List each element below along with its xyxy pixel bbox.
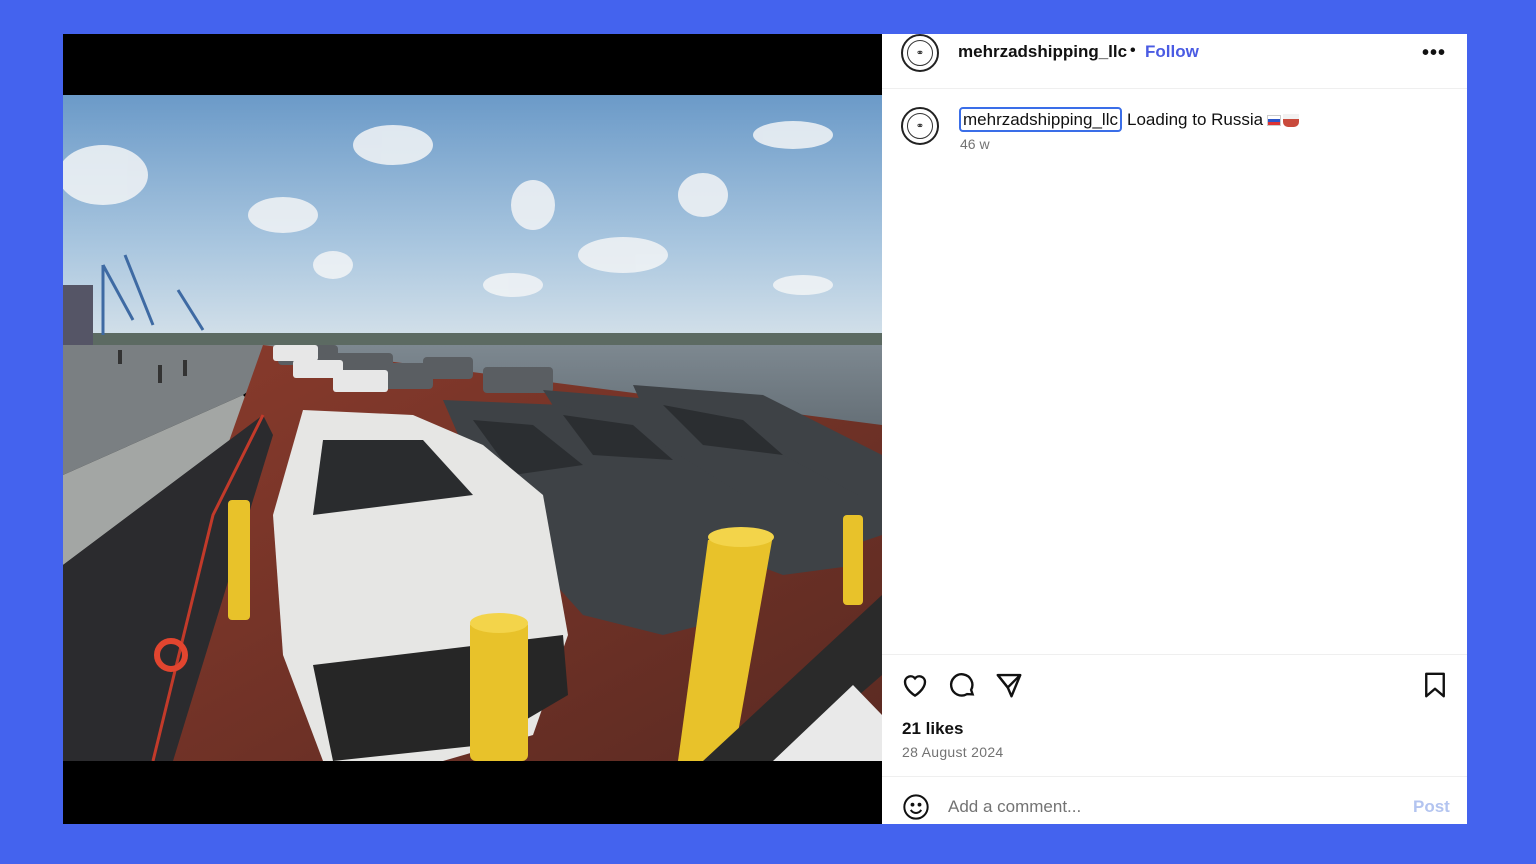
caption-text-value: Loading to Russia [1127, 110, 1264, 129]
avatar[interactable]: ⚭ [901, 34, 939, 72]
caption-text: Loading to Russia [1127, 110, 1300, 129]
russia-flag-icon [1267, 115, 1282, 126]
bookmark-icon[interactable] [1420, 670, 1450, 700]
more-options-icon[interactable]: ••• [1422, 42, 1446, 65]
caption-username-link[interactable]: mehrzadshipping_llc [959, 107, 1122, 132]
speech-bubble-icon[interactable] [947, 670, 977, 700]
post-media [63, 34, 882, 824]
logo-icon: ⚭ [907, 113, 933, 139]
logo-icon: ⚭ [907, 40, 933, 66]
post-date: 28 August 2024 [902, 744, 1004, 760]
post-photo[interactable] [63, 95, 882, 761]
separator-dot: • [1130, 42, 1136, 59]
ship-icon [1283, 114, 1300, 127]
caption-avatar[interactable]: ⚭ [901, 107, 939, 145]
post-header: ⚭ mehrzadshipping_llc • Follow ••• [882, 34, 1467, 89]
post-side-panel: ⚭ mehrzadshipping_llc • Follow ••• ⚭ meh… [882, 34, 1467, 824]
comment-input[interactable] [948, 795, 1388, 819]
heart-icon[interactable] [900, 670, 930, 700]
comment-bar: Post [882, 776, 1467, 824]
post-actions: 21 likes 28 August 2024 [882, 654, 1467, 776]
paper-plane-icon[interactable] [994, 670, 1024, 700]
post-comment-button[interactable]: Post [1413, 797, 1450, 817]
username-link[interactable]: mehrzadshipping_llc [958, 42, 1127, 62]
post-modal: ⚭ mehrzadshipping_llc • Follow ••• ⚭ meh… [63, 34, 1467, 824]
likes-count[interactable]: 21 likes [902, 719, 963, 739]
post-time-ago: 46 w [960, 136, 990, 152]
smiley-icon[interactable] [902, 793, 930, 821]
caption: ⚭ mehrzadshipping_llc Loading to Russia … [882, 106, 1467, 166]
follow-button[interactable]: Follow [1145, 42, 1199, 62]
